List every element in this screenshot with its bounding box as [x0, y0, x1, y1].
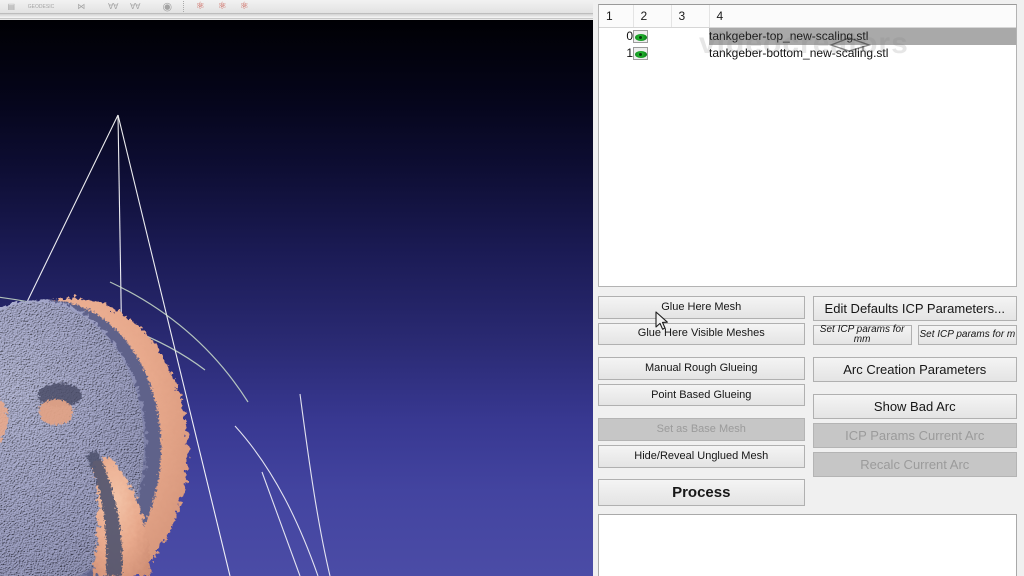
set-icp-params-for-mm-button[interactable]: Set ICP params for mm	[812, 325, 912, 345]
scanned-mesh-object[interactable]	[0, 298, 188, 576]
set-as-base-mesh-button: Set as Base Mesh	[598, 418, 805, 441]
recalc-current-arc-button: Recalc Current Arc	[812, 452, 1017, 477]
set-icp-params-for-m-button[interactable]: Set ICP params for m	[917, 325, 1017, 345]
left-button-column: Glue Here Mesh Glue Here Visible Meshes …	[598, 296, 805, 506]
table-row[interactable]: 0 tankgeber-top_new-scaling.stl	[599, 27, 1016, 45]
target-circle-icon[interactable]: ◉	[156, 0, 178, 13]
control-panel: 1 2 3 4 0 tankgeber-top_new-scaling.stl	[593, 0, 1024, 576]
actions-area: Glue Here Mesh Glue Here Visible Meshes …	[598, 296, 1017, 506]
row-index: 1	[626, 46, 633, 60]
column-header-3[interactable]: 3	[671, 5, 710, 28]
red-cluster-icon-1[interactable]: ⚛	[189, 0, 211, 13]
edit-defaults-icp-parameters-button[interactable]: Edit Defaults ICP Parameters...	[812, 296, 1017, 321]
glue-here-mesh-button[interactable]: Glue Here Mesh	[598, 296, 805, 319]
row-col3	[671, 45, 709, 62]
toolbar-group-tools: ▤ GEODESIC ⋈ ∀∀ ∀∀ ◉	[0, 0, 178, 13]
bounding-box-wireframe-right	[234, 393, 331, 576]
geodesic-label-icon[interactable]: GEODESIC	[22, 0, 60, 13]
3d-render-canvas[interactable]	[0, 20, 593, 576]
right-button-column: Edit Defaults ICP Parameters... Set ICP …	[812, 296, 1017, 506]
align-pair-icon[interactable]: ⋈	[70, 0, 92, 13]
icp-params-current-arc-button: ICP Params Current Arc	[812, 423, 1017, 448]
main-toolbar: ▤ GEODESIC ⋈ ∀∀ ∀∀ ◉ ⚛ ⚛ ⚛	[0, 0, 593, 14]
row-visibility-cell[interactable]	[633, 45, 671, 62]
hide-reveal-unglued-mesh-button[interactable]: Hide/Reveal Unglued Mesh	[598, 444, 805, 468]
glue-here-visible-meshes-button[interactable]: Glue Here Visible Meshes	[598, 322, 805, 346]
3d-scene-graphics	[0, 114, 331, 576]
show-bad-arc-button[interactable]: Show Bad Arc	[812, 394, 1017, 419]
point-based-glueing-button[interactable]: Point Based Glueing	[598, 383, 805, 407]
viewport-panel: ▤ GEODESIC ⋈ ∀∀ ∀∀ ◉ ⚛ ⚛ ⚛	[0, 0, 593, 576]
geodesic-tool-icon[interactable]: ▤	[0, 0, 22, 13]
toolbar-divider	[183, 1, 184, 12]
merge-down-alt-icon[interactable]: ∀∀	[124, 0, 146, 13]
merge-down-icon[interactable]: ∀∀	[102, 0, 124, 13]
red-cluster-icon-3[interactable]: ⚛	[233, 0, 255, 13]
red-cluster-icon-2[interactable]: ⚛	[211, 0, 233, 13]
arc-creation-parameters-button[interactable]: Arc Creation Parameters	[812, 357, 1017, 382]
column-header-1[interactable]: 1	[599, 5, 634, 28]
toolbar-group-cluster: ⚛ ⚛ ⚛	[189, 0, 255, 13]
eye-visible-icon[interactable]	[633, 47, 648, 61]
table-header-row: 1 2 3 4	[599, 5, 1016, 28]
row-col3	[671, 28, 709, 45]
manual-rough-glueing-button[interactable]: Manual Rough Glueing	[598, 357, 805, 380]
table-row[interactable]: 1 tankgeber-bottom_new-scaling.stl	[599, 45, 1016, 62]
mesh-list-table[interactable]: 1 2 3 4 0 tankgeber-top_new-scaling.stl	[598, 4, 1017, 287]
row-filename[interactable]: tankgeber-top_new-scaling.stl	[709, 27, 1016, 45]
log-output-pane[interactable]	[598, 514, 1017, 576]
application-window: ▤ GEODESIC ⋈ ∀∀ ∀∀ ◉ ⚛ ⚛ ⚛ 1 2 3 4 0 tan…	[0, 0, 1024, 576]
eye-visible-icon[interactable]	[633, 30, 648, 44]
row-filename[interactable]: tankgeber-bottom_new-scaling.stl	[709, 45, 1016, 62]
column-header-4[interactable]: 4	[709, 5, 1016, 28]
process-button[interactable]: Process	[598, 479, 805, 506]
icp-unit-buttons-row: Set ICP params for mm Set ICP params for…	[812, 325, 1017, 345]
row-index: 0	[626, 29, 633, 44]
toolbar-shadow	[0, 14, 593, 19]
row-visibility-cell[interactable]	[633, 28, 671, 45]
column-header-2[interactable]: 2	[633, 5, 672, 28]
